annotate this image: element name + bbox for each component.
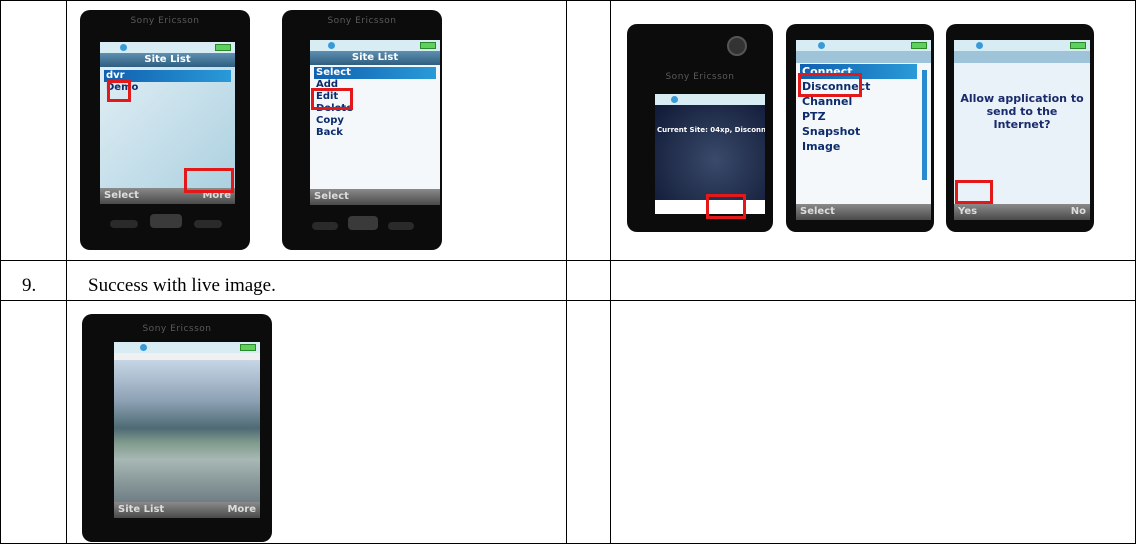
phone-brand: Sony Ericsson	[142, 324, 212, 334]
table-border	[0, 300, 1136, 301]
table-border	[66, 0, 67, 260]
softkey-bar: Yes No	[954, 204, 1090, 220]
softkey-right: More	[202, 190, 231, 201]
status-bar	[114, 342, 260, 353]
menu-item: Disconnect	[802, 80, 871, 93]
step-number: 9.	[22, 275, 37, 296]
scrollbar	[922, 70, 927, 180]
menu-item: Channel	[802, 95, 853, 108]
keypad	[150, 214, 182, 228]
softkey-right: No	[1070, 206, 1086, 217]
table-border	[66, 300, 67, 544]
table-border	[0, 0, 1, 544]
status-bar	[954, 40, 1090, 51]
table-border	[610, 0, 611, 544]
status-bar	[655, 94, 765, 105]
list-item: Demo	[106, 82, 139, 93]
context-menu: Select Add Edit Delete Copy Back	[314, 67, 436, 139]
menu-item: Select	[314, 67, 436, 79]
softkey-bar: Select More	[100, 188, 235, 204]
softkey-left: Select	[104, 190, 139, 201]
status-bar	[796, 40, 931, 51]
table-border	[0, 260, 1136, 261]
softkey-bar: Select	[796, 204, 931, 220]
softkey-bar	[655, 200, 765, 214]
menu-item: Copy	[316, 115, 344, 126]
live-camera-image	[114, 360, 260, 502]
phone-screen: Site List Select Add Edit Delete Copy Ba…	[310, 40, 440, 205]
phone-brand: Sony Ericsson	[327, 16, 397, 26]
table-border	[0, 0, 1136, 1]
menu-item: Image	[802, 140, 841, 153]
current-site-text: Current Site: 04xp, Disconn	[657, 126, 765, 134]
phone-photo-viewer: Sony Ericsson Current Site: 04xp, Discon…	[627, 24, 773, 232]
phone-brand: Sony Ericsson	[665, 72, 735, 82]
menu-item: Connect	[800, 64, 917, 79]
phone-screen: Current Site: 04xp, Disconn	[655, 94, 765, 214]
table-border	[66, 260, 67, 300]
menu-item: Delete	[316, 103, 353, 114]
list-item: dvr	[104, 70, 231, 82]
menu-item: PTZ	[802, 110, 826, 123]
menu-item: Snapshot	[802, 125, 861, 138]
softkey-left: Yes	[958, 206, 978, 217]
site-list: dvr Demo	[104, 70, 231, 94]
menu-item: Edit	[316, 91, 339, 102]
phone-photo-site-menu: Sony Ericsson Site List Select Add Edit …	[282, 10, 442, 250]
phone-photo-site-list: Sony Ericsson Site List dvr Demo Select …	[80, 10, 250, 250]
softkey-left: Site List	[118, 504, 165, 515]
table-border	[566, 0, 567, 544]
menu-item: Back	[316, 127, 343, 138]
softkey-bar: Select	[310, 189, 440, 205]
phone-screen: Site List More	[114, 342, 260, 518]
screen-title: Site List	[310, 51, 440, 65]
phone-brand: Sony Ericsson	[130, 16, 200, 26]
context-menu: Connect Disconnect Channel PTZ Snapshot …	[800, 64, 917, 154]
screen-title	[954, 51, 1090, 63]
softkey-left: Select	[800, 206, 835, 217]
softkey-right: More	[227, 504, 256, 515]
phone-screen: Site List dvr Demo Select More	[100, 42, 235, 204]
step-description: Success with live image.	[88, 275, 276, 296]
keypad	[194, 220, 222, 228]
screen-title	[796, 51, 931, 63]
dialog-message: Allow application to send to the Interne…	[960, 92, 1084, 131]
keypad	[388, 222, 414, 230]
keypad	[110, 220, 138, 228]
camera-lens-icon	[727, 36, 747, 56]
softkey-left: Select	[314, 191, 349, 202]
softkey-bar: Site List More	[114, 502, 260, 518]
phone-screen: Connect Disconnect Channel PTZ Snapshot …	[796, 40, 931, 220]
phone-photo-live-image: Sony Ericsson Site List More	[82, 314, 272, 542]
menu-item: Add	[316, 79, 339, 90]
phone-screen: Allow application to send to the Interne…	[954, 40, 1090, 220]
status-bar	[310, 40, 440, 51]
status-bar	[100, 42, 235, 53]
keypad	[348, 216, 378, 230]
phone-photo-permission-dialog: Allow application to send to the Interne…	[946, 24, 1094, 232]
screen-title: Site List	[100, 53, 235, 67]
keypad	[312, 222, 338, 230]
phone-photo-connect-menu: Connect Disconnect Channel PTZ Snapshot …	[786, 24, 934, 232]
